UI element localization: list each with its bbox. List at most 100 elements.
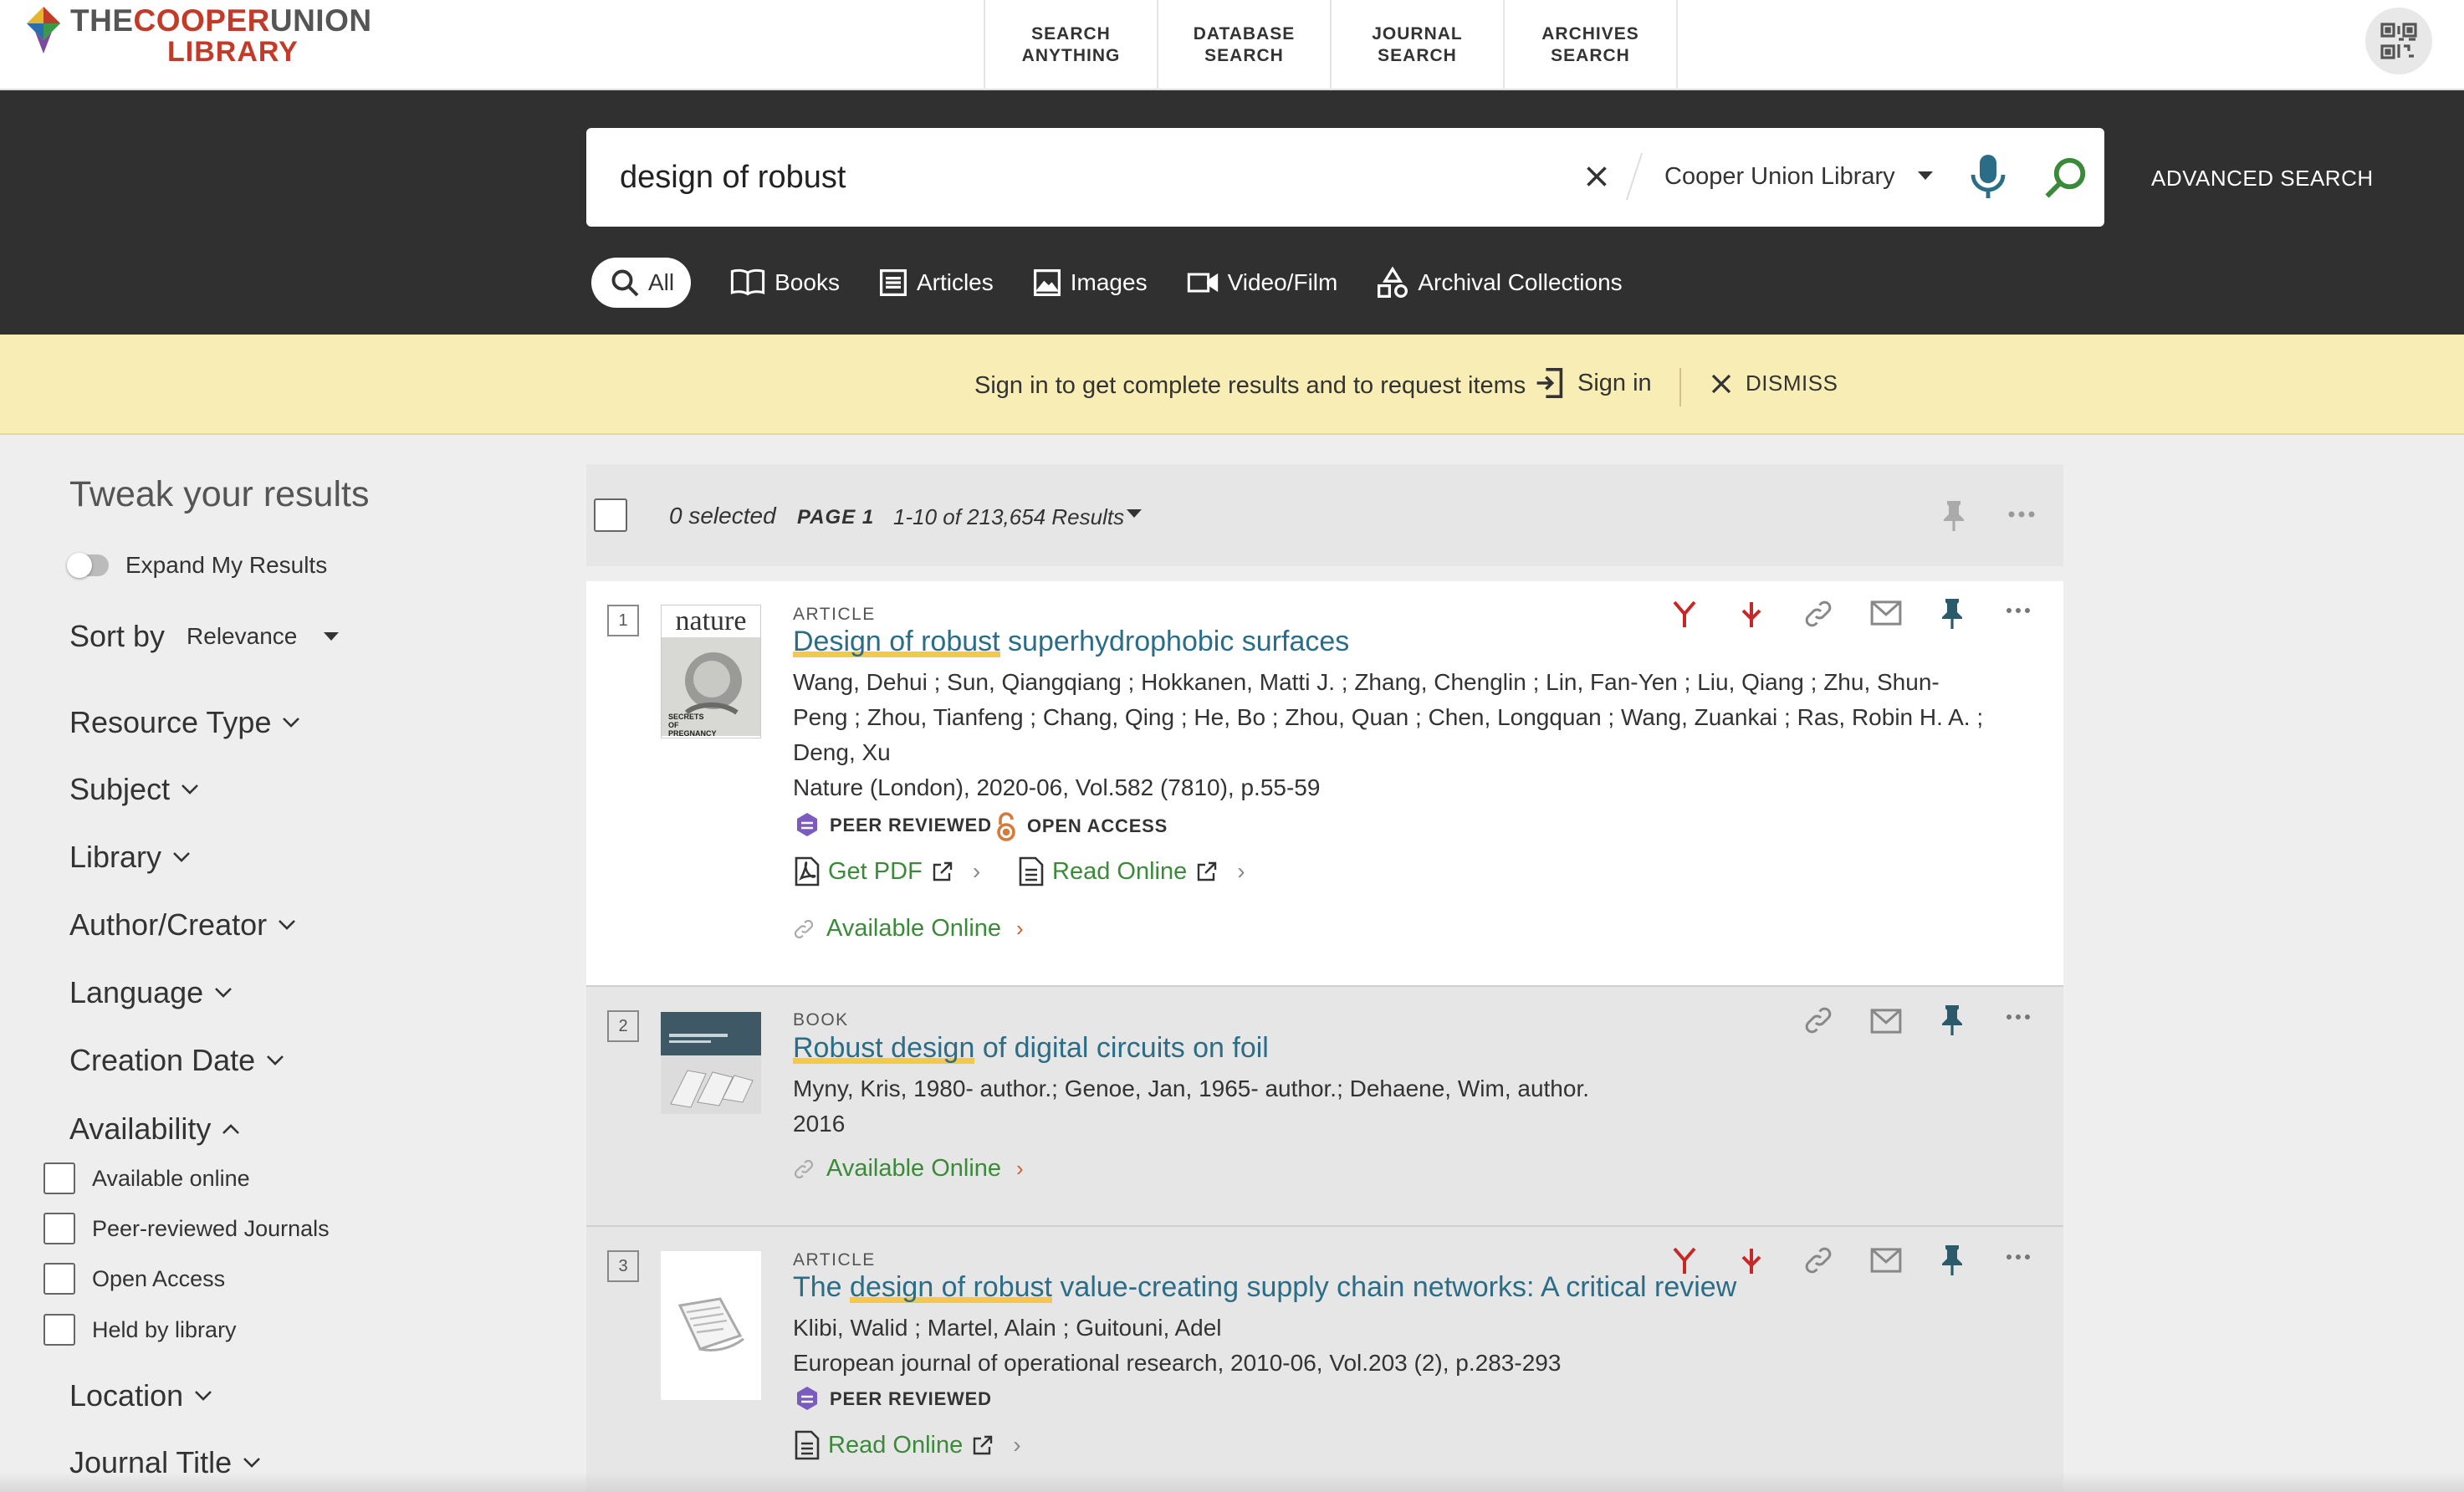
facet-language[interactable]: Language — [69, 975, 233, 1010]
nav-search-anything[interactable]: SEARCH ANYTHING — [985, 0, 1158, 90]
citation-icon[interactable] — [1669, 599, 1700, 629]
more-options-icon[interactable] — [2007, 510, 2036, 519]
filter-available-online[interactable]: Available online — [43, 1162, 250, 1194]
read-online-label: Read Online — [828, 1431, 964, 1459]
facet-resource-type[interactable]: Resource Type — [69, 705, 301, 740]
library-logo[interactable]: THECOOPERUNION LIBRARY — [23, 5, 372, 66]
filter-held-by-library[interactable]: Held by library — [43, 1314, 237, 1346]
title-highlight: Design of robust — [793, 626, 1000, 657]
select-all-checkbox[interactable] — [594, 498, 627, 532]
facet-subject[interactable]: Subject — [69, 772, 200, 807]
search-icon[interactable] — [2043, 155, 2088, 200]
search-icon — [611, 269, 639, 297]
result-authors-line-1: Myny, Kris, 1980- author.; Genoe, Jan, 1… — [793, 1076, 1590, 1101]
tab-archival-collections[interactable]: Archival Collections — [1376, 258, 1623, 307]
sort-dropdown-icon[interactable] — [322, 631, 340, 642]
facet-creation-date[interactable]: Creation Date — [69, 1043, 285, 1078]
toggle-switch[interactable] — [67, 553, 109, 578]
qr-code-icon — [2380, 23, 2417, 59]
result-thumbnail[interactable] — [661, 1012, 761, 1114]
email-icon[interactable] — [1870, 600, 1902, 626]
permalink-icon[interactable] — [1803, 599, 1833, 629]
nav-database-search[interactable]: DATABASE SEARCH — [1158, 0, 1332, 90]
external-link-icon — [933, 861, 953, 881]
citing-icon[interactable] — [1738, 599, 1765, 629]
filter-open-access[interactable]: Open Access — [43, 1263, 225, 1295]
permalink-icon[interactable] — [1803, 1245, 1833, 1275]
tab-articles[interactable]: Articles — [878, 258, 994, 307]
clear-search-icon[interactable] — [1582, 161, 1612, 192]
checkbox[interactable] — [43, 1213, 75, 1244]
expand-results-toggle[interactable]: Expand My Results — [67, 552, 327, 579]
scope-dropdown-icon[interactable] — [1916, 170, 1935, 181]
pin-icon[interactable] — [1942, 499, 1966, 533]
result-title-link[interactable]: Robust design of digital circuits on foi… — [793, 1032, 1269, 1065]
result-title-link[interactable]: The design of robust value-creating supp… — [793, 1271, 1736, 1304]
result-thumbnail[interactable] — [661, 1251, 761, 1400]
search-scope-select[interactable]: Cooper Union Library — [1664, 163, 1895, 191]
tab-articles-label: Articles — [916, 269, 994, 295]
results-count-dropdown-icon[interactable] — [1126, 508, 1143, 519]
read-online-link[interactable]: Read Online › — [1019, 856, 1245, 887]
read-online-link[interactable]: Read Online › — [795, 1430, 1021, 1460]
more-options-icon[interactable] — [2006, 607, 2031, 614]
tab-images[interactable]: Images — [1032, 258, 1148, 307]
chevron-down-icon — [267, 1055, 284, 1065]
title-text: value-creating supply chain networks: A … — [1051, 1271, 1737, 1303]
facet-library[interactable]: Library — [69, 840, 192, 875]
search-divider — [1625, 153, 1644, 200]
nav-archives-search[interactable]: ARCHIVES SEARCH — [1505, 0, 1678, 90]
available-online-label: Available Online — [826, 915, 1002, 942]
email-icon[interactable] — [1870, 1009, 1902, 1034]
book-cover-icon — [661, 1012, 761, 1114]
bottom-edge — [0, 1472, 2464, 1492]
email-icon[interactable] — [1870, 1248, 1902, 1273]
pin-icon[interactable] — [1940, 1004, 1964, 1037]
available-online-link[interactable]: Available Online › — [793, 1155, 1024, 1183]
sign-in-button[interactable]: Sign in — [1534, 366, 1652, 400]
citation-icon[interactable] — [1669, 1245, 1700, 1275]
open-access-badge: OPEN ACCESS — [995, 811, 1168, 841]
sort-select[interactable]: Relevance — [187, 623, 297, 650]
qr-code-button[interactable] — [2365, 8, 2432, 74]
filter-label: Held by library — [92, 1316, 237, 1342]
sort-by-label: Sort by — [69, 619, 166, 653]
result-thumbnail[interactable]: nature SECRETS OF PREGNANCY — [661, 605, 761, 738]
facet-location[interactable]: Location — [69, 1378, 213, 1413]
chevron-down-icon — [173, 852, 190, 862]
advanced-search-link[interactable]: ADVANCED SEARCH — [2151, 166, 2374, 192]
more-options-icon[interactable] — [2006, 1254, 2031, 1260]
result-source: European journal of operational research… — [793, 1350, 1562, 1376]
tab-video-film[interactable]: Video/Film — [1186, 258, 1337, 307]
peer-reviewed-label: PEER REVIEWED — [830, 1388, 992, 1409]
facet-author-creator[interactable]: Author/Creator — [69, 907, 297, 943]
facet-availability[interactable]: Availability — [69, 1111, 241, 1147]
filter-label: Peer-reviewed Journals — [92, 1215, 330, 1241]
logo-text-union: UNION — [269, 3, 372, 38]
link-icon — [794, 1159, 814, 1178]
search-input[interactable] — [620, 153, 1540, 202]
permalink-icon[interactable] — [1803, 1005, 1833, 1035]
facet-label: Location — [69, 1378, 184, 1413]
tab-all[interactable]: All — [591, 258, 692, 308]
filter-peer-reviewed[interactable]: Peer-reviewed Journals — [43, 1213, 330, 1244]
chevron-down-icon — [283, 718, 300, 728]
microphone-icon[interactable] — [1970, 153, 2006, 202]
checkbox[interactable] — [43, 1162, 75, 1194]
checkbox[interactable] — [43, 1314, 75, 1346]
nav-journal-search[interactable]: JOURNAL SEARCH — [1332, 0, 1505, 90]
get-pdf-link[interactable]: Get PDF › — [795, 856, 980, 887]
top-nav: SEARCH ANYTHING DATABASE SEARCH JOURNAL … — [984, 0, 1678, 90]
pin-icon[interactable] — [1940, 597, 1964, 631]
dismiss-button[interactable]: DISMISS — [1709, 370, 1838, 396]
close-icon — [1711, 374, 1731, 393]
facet-label: Language — [69, 975, 204, 1009]
pin-icon[interactable] — [1940, 1244, 1964, 1277]
tab-books[interactable]: Books — [729, 258, 840, 307]
available-online-link[interactable]: Available Online › — [793, 915, 1024, 943]
facet-label: Subject — [69, 772, 171, 806]
checkbox[interactable] — [43, 1263, 75, 1295]
result-title-link[interactable]: Design of robust superhydrophobic surfac… — [793, 626, 1349, 658]
citing-icon[interactable] — [1738, 1245, 1765, 1275]
more-options-icon[interactable] — [2006, 1014, 2031, 1020]
